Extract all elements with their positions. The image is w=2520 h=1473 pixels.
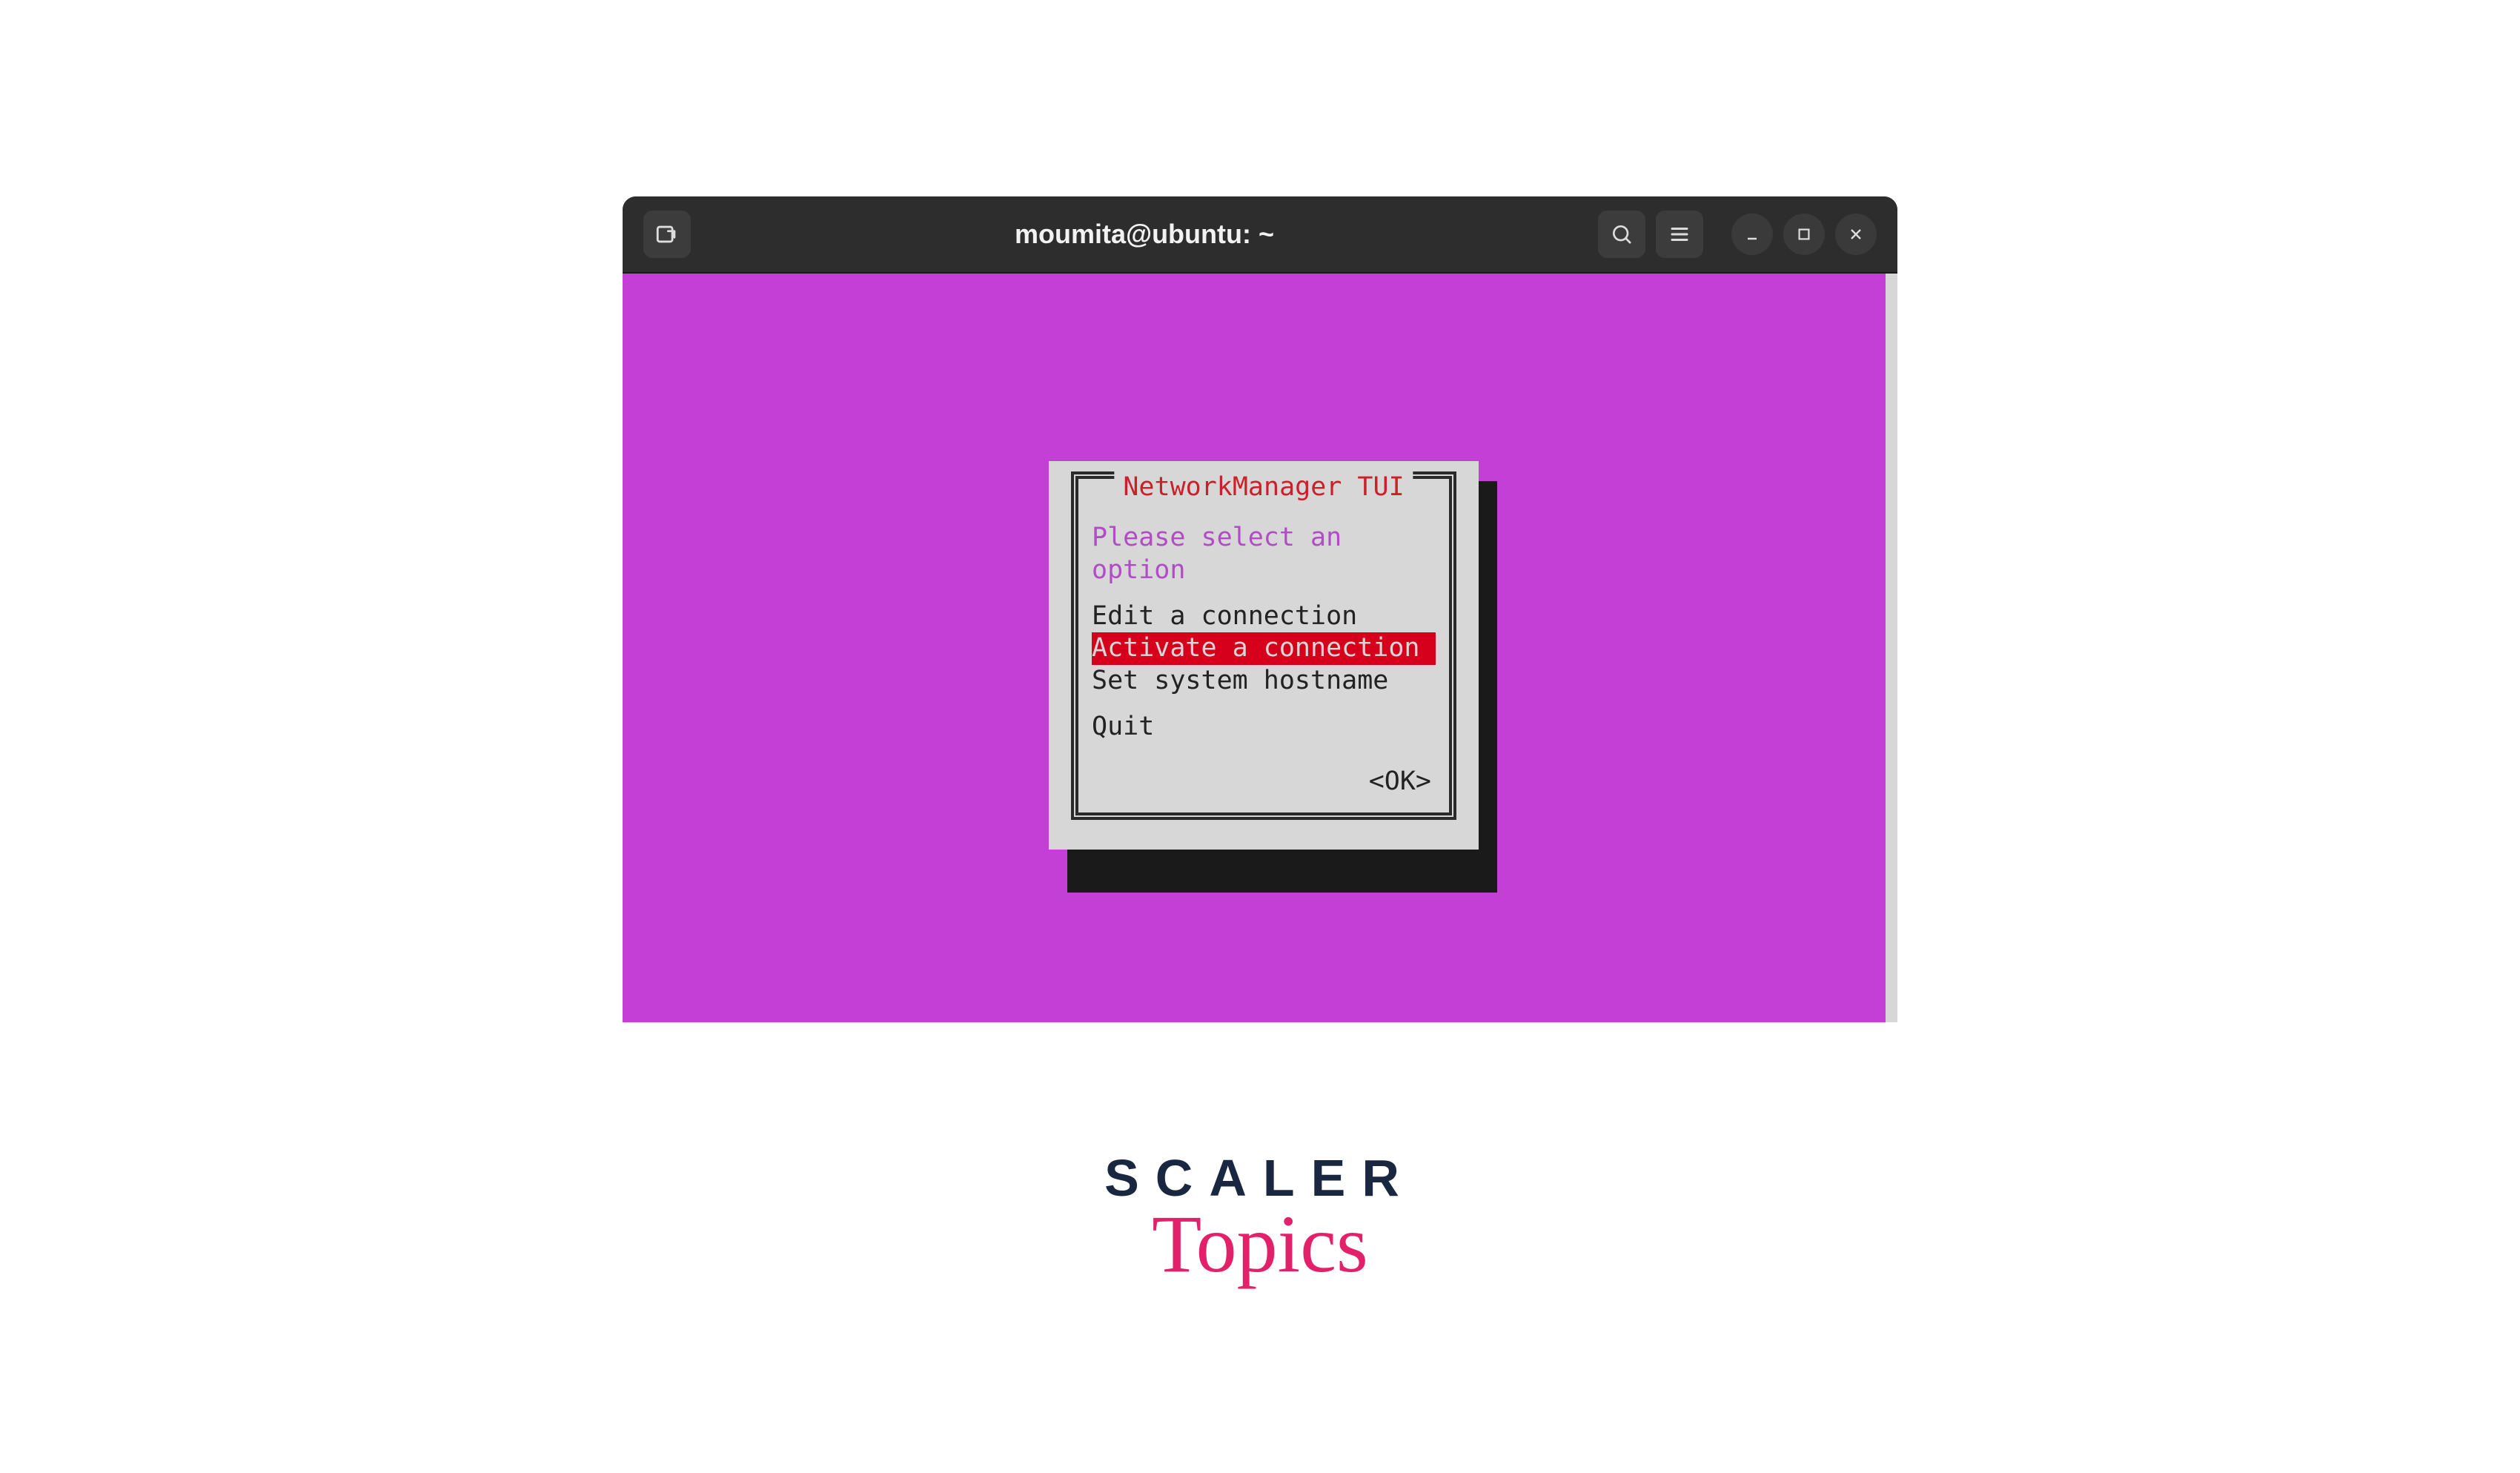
minimize-icon xyxy=(1743,225,1761,243)
menu-item-activate-connection[interactable]: Activate a connection xyxy=(1092,632,1436,665)
ok-button[interactable]: <OK> xyxy=(1369,767,1431,796)
terminal-body[interactable]: NetworkManager TUI Please select an opti… xyxy=(623,272,1897,1022)
menu-button[interactable] xyxy=(1656,211,1703,258)
maximize-icon xyxy=(1796,226,1812,242)
hamburger-icon xyxy=(1668,223,1691,245)
new-tab-button[interactable] xyxy=(643,211,691,258)
dialog-title: NetworkManager TUI xyxy=(1114,471,1413,504)
terminal-window: moumita@ubuntu: ~ xyxy=(623,196,1897,1022)
maximize-button[interactable] xyxy=(1783,213,1825,255)
logo-line-2: Topics xyxy=(1152,1197,1368,1291)
close-button[interactable] xyxy=(1835,213,1877,255)
menu-item-label: Activate a connection xyxy=(1092,633,1420,663)
menu-item-edit-connection[interactable]: Edit a connection xyxy=(1092,600,1436,633)
scaler-topics-logo: SCALER Topics xyxy=(1104,1148,1416,1291)
window-title: moumita@ubuntu: ~ xyxy=(701,219,1588,250)
menu-item-quit[interactable]: Quit xyxy=(1092,711,1436,744)
scrollbar[interactable] xyxy=(1886,274,1897,1022)
nmtui-dialog: NetworkManager TUI Please select an opti… xyxy=(1049,461,1479,850)
dialog-prompt: Please select an option xyxy=(1092,522,1436,587)
titlebar: moumita@ubuntu: ~ xyxy=(623,196,1897,272)
menu-item-set-hostname[interactable]: Set system hostname xyxy=(1092,665,1436,698)
search-icon xyxy=(1610,222,1634,246)
close-icon xyxy=(1847,225,1865,243)
new-tab-icon xyxy=(654,222,680,247)
search-button[interactable] xyxy=(1598,211,1645,258)
minimize-button[interactable] xyxy=(1731,213,1773,255)
